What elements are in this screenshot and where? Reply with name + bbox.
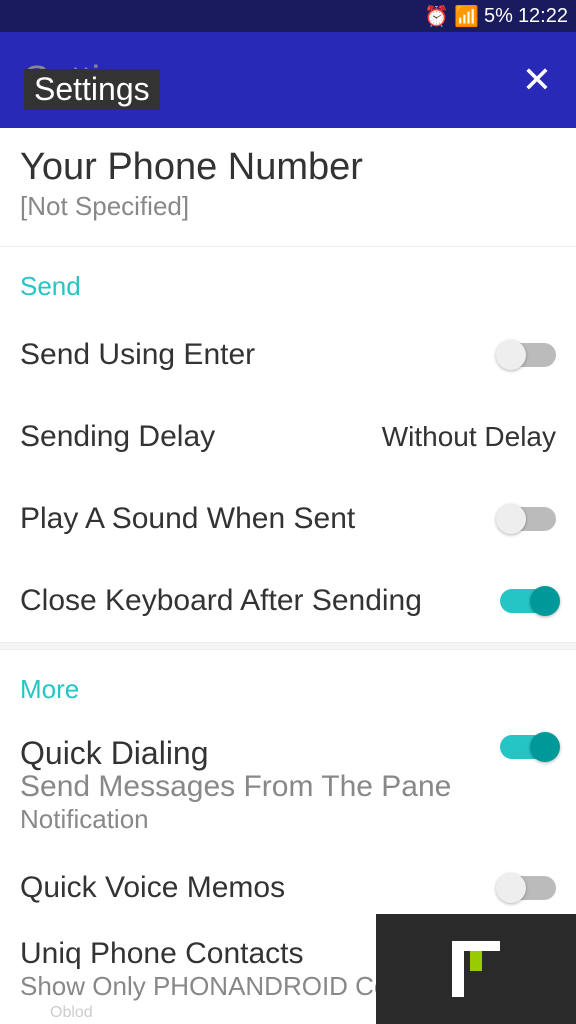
signal-icon: 📶 xyxy=(454,4,479,29)
send-using-enter-toggle[interactable] xyxy=(500,343,556,367)
watermark: Oblod xyxy=(50,1004,93,1022)
widget-logo-icon xyxy=(452,941,500,997)
quick-dialing-sublabel2: Notification xyxy=(20,804,500,835)
more-section-label: More xyxy=(0,650,576,717)
app-header: Settings Settings ✕ xyxy=(0,32,576,128)
play-sound-row[interactable]: Play A Sound When Sent xyxy=(0,478,576,560)
alarm-icon: ⏰ xyxy=(424,4,449,29)
header-title-overlay: Settings xyxy=(24,69,160,110)
battery-percent: 5% xyxy=(484,5,513,28)
phone-number-value: [Not Specified] xyxy=(20,191,556,222)
main-content: Your Phone Number [Not Specified] Send S… xyxy=(0,128,576,1010)
phone-number-title: Your Phone Number xyxy=(20,146,556,189)
phone-number-section[interactable]: Your Phone Number [Not Specified] xyxy=(0,128,576,247)
send-using-enter-label: Send Using Enter xyxy=(20,338,255,372)
sending-delay-row[interactable]: Sending Delay Without Delay xyxy=(0,396,576,478)
close-keyboard-label: Close Keyboard After Sending xyxy=(20,584,422,618)
play-sound-label: Play A Sound When Sent xyxy=(20,502,355,536)
quick-dialing-sublabel: Send Messages From The Pane xyxy=(20,770,500,804)
quick-voice-memos-label: Quick Voice Memos xyxy=(20,871,285,905)
close-keyboard-toggle[interactable] xyxy=(500,589,556,613)
quick-dialing-label: Quick Dialing xyxy=(20,735,500,772)
play-sound-toggle[interactable] xyxy=(500,507,556,531)
sending-delay-value: Without Delay xyxy=(382,421,556,453)
section-divider xyxy=(0,642,576,650)
close-icon[interactable]: ✕ xyxy=(522,59,552,101)
status-bar: ⏰ 📶 5% 12:22 xyxy=(0,0,576,32)
sending-delay-label: Sending Delay xyxy=(20,420,215,454)
send-section-label: Send xyxy=(0,247,576,314)
time: 12:22 xyxy=(518,5,568,28)
quick-voice-memos-toggle[interactable] xyxy=(500,876,556,900)
quick-dialing-toggle[interactable] xyxy=(500,735,556,759)
header-title-wrap: Settings Settings xyxy=(24,59,161,102)
floating-widget[interactable] xyxy=(376,914,576,1024)
close-keyboard-row[interactable]: Close Keyboard After Sending xyxy=(0,560,576,642)
quick-dialing-row[interactable]: Quick Dialing Send Messages From The Pan… xyxy=(0,717,576,847)
send-using-enter-row[interactable]: Send Using Enter xyxy=(0,314,576,396)
quick-dialing-text: Quick Dialing Send Messages From The Pan… xyxy=(20,735,500,835)
